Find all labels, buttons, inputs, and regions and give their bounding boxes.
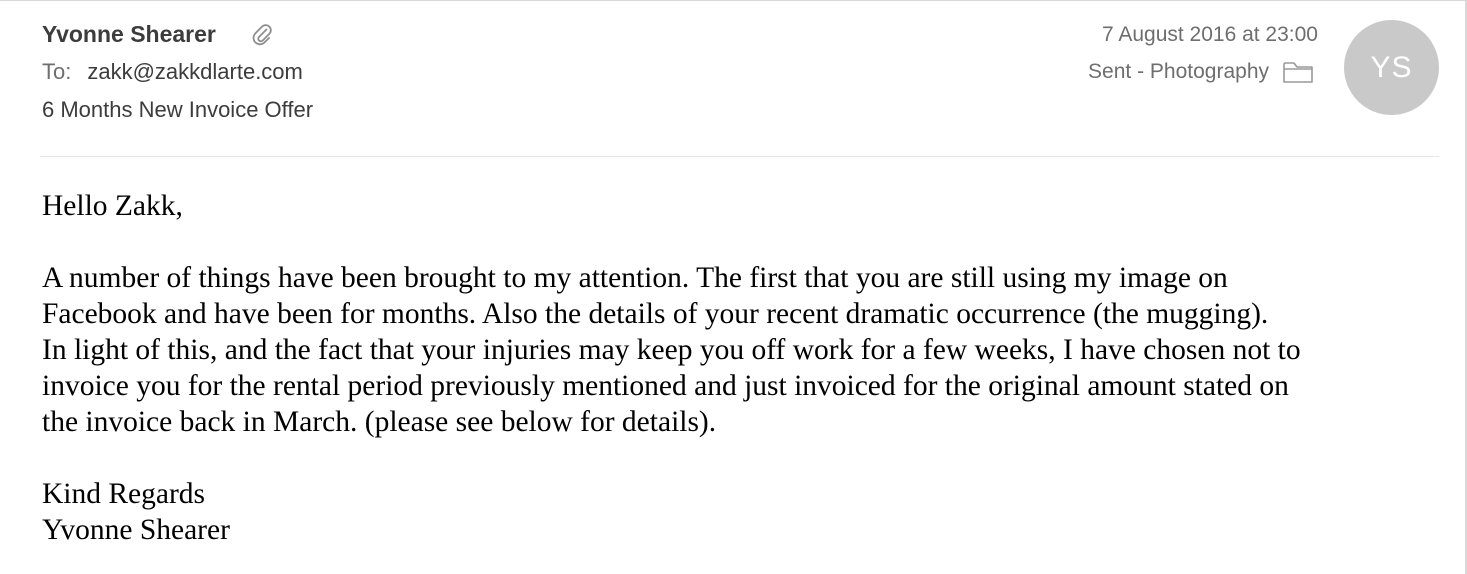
signature: Yvonne Shearer	[42, 514, 230, 546]
header-divider	[40, 156, 1439, 157]
mailbox-label[interactable]: Sent - Photography	[1088, 60, 1269, 84]
closing: Kind Regards	[42, 478, 206, 510]
sender-name[interactable]: Yvonne Shearer	[42, 21, 216, 48]
message-date: 7 August 2016 at 23:00	[1101, 23, 1318, 46]
message-header: Yvonne Shearer To: zakk@zakkdlarte.com 6…	[0, 0, 1467, 158]
subject-line: 6 Months New Invoice Offer	[42, 97, 314, 122]
email-message-view: Yvonne Shearer To: zakk@zakkdlarte.com 6…	[0, 0, 1467, 574]
body-line: invoice you for the rental period previo…	[42, 370, 1289, 402]
avatar: YS	[1344, 20, 1439, 115]
sender-row: Yvonne Shearer	[42, 19, 272, 49]
folder-icon[interactable]	[1282, 59, 1314, 85]
paperclip-icon[interactable]	[252, 22, 272, 46]
mailbox-location: Sent - Photography	[1088, 56, 1314, 88]
recipient-row: To: zakk@zakkdlarte.com	[42, 57, 303, 87]
body-line: Facebook and have been for months. Also …	[42, 298, 1269, 330]
to-label: To:	[42, 59, 72, 84]
greeting: Hello Zakk,	[42, 190, 183, 222]
body-line: In light of this, and the fact that your…	[42, 334, 1301, 366]
body-line: the invoice back in March. (please see b…	[42, 406, 717, 438]
avatar-initials: YS	[1370, 50, 1413, 84]
recipient-address[interactable]: zakk@zakkdlarte.com	[87, 59, 303, 85]
body-line: A number of things have been brought to …	[42, 262, 1228, 294]
message-body: Hello Zakk, A number of things have been…	[42, 188, 1422, 548]
